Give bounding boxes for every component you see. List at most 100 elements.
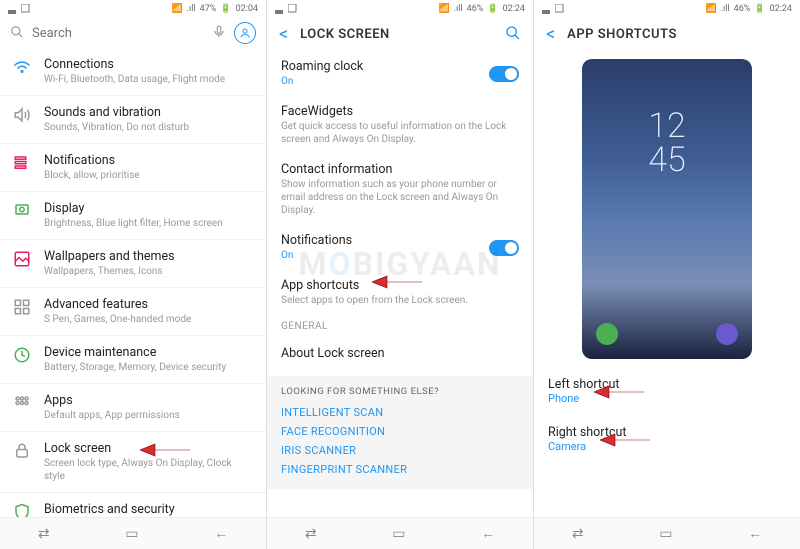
settings-item-connections[interactable]: ConnectionsWi-Fi, Bluetooth, Data usage,… [0,48,266,96]
phone-icon [596,323,618,345]
clock: 02:24 [503,4,525,14]
item-roaming-clock[interactable]: Roaming clock On [267,51,533,96]
nav-bar: ⇄ ▭ ← [0,517,266,549]
item-sub: On [281,75,519,88]
item-sub: Battery, Storage, Memory, Device securit… [44,361,254,374]
section-label: GENERAL [267,315,533,338]
settings-list: ConnectionsWi-Fi, Bluetooth, Data usage,… [0,48,266,517]
item-sub: Wi-Fi, Bluetooth, Data usage, Flight mod… [44,73,254,86]
page-title: LOCK SCREEN [300,27,390,42]
status-bar: 📶.ıll 46% 🔋 02:24 [267,0,533,18]
item-title: Wallpapers and themes [44,249,254,264]
settings-item-sounds[interactable]: Sounds and vibrationSounds, Vibration, D… [0,96,266,144]
notifications-icon [12,153,32,173]
item-sub: Screen lock type, Always On Display, Clo… [44,457,254,483]
item-title: Connections [44,57,254,72]
nav-back[interactable]: ← [748,525,762,542]
nav-back[interactable]: ← [481,525,495,542]
item-about-lockscreen[interactable]: About Lock screen [267,338,533,370]
speaker-icon [12,105,32,125]
item-title: Display [44,201,254,216]
item-sub: S Pen, Games, One-handed mode [44,313,254,326]
lock-time: 12 45 [648,109,685,177]
settings-item-display[interactable]: DisplayBrightness, Blue light filter, Ho… [0,192,266,240]
shortcuts-content: 12 45 Left shortcut Phone Right shortcut… [534,51,800,517]
nav-home[interactable]: ▭ [392,526,405,542]
lockscreen-pane: 📶.ıll 46% 🔋 02:24 < LOCK SCREEN Roaming … [267,0,534,549]
nav-recents[interactable]: ⇄ [38,526,50,542]
wallpaper-icon [12,249,32,269]
settings-item-biometrics[interactable]: Biometrics and securityIntelligent Scan,… [0,493,266,517]
link-iris-scanner[interactable]: IRIS SCANNER [281,441,519,460]
back-button[interactable]: < [546,24,555,45]
header: < LOCK SCREEN [267,18,533,51]
header: < APP SHORTCUTS [534,18,800,51]
mic-icon[interactable] [212,24,226,43]
battery-pct: 46% [734,4,751,14]
toggle-switch[interactable] [489,240,519,256]
status-bar: 📶.ıll 46% 🔋 02:24 [534,0,800,18]
item-sub: Wallpapers, Themes, Icons [44,265,254,278]
shield-icon [12,502,32,517]
settings-item-wallpapers[interactable]: Wallpapers and themesWallpapers, Themes,… [0,240,266,288]
item-title: Notifications [281,233,519,248]
item-notifications[interactable]: Notifications On [267,225,533,270]
signal-icon: .ıll [187,4,196,14]
maintenance-icon [12,345,32,365]
clock: 02:04 [236,4,258,14]
item-sub: Block, allow, prioritise [44,169,254,182]
item-title: App shortcuts [281,278,519,293]
item-sub: Select apps to open from the Lock screen… [281,294,519,307]
toggle-switch[interactable] [489,66,519,82]
item-title: Advanced features [44,297,254,312]
nav-recents[interactable]: ⇄ [305,526,317,542]
item-sub: Default apps, App permissions [44,409,254,422]
settings-item-advanced[interactable]: Advanced featuresS Pen, Games, One-hande… [0,288,266,336]
clock: 02:24 [770,4,792,14]
settings-item-maintenance[interactable]: Device maintenanceBattery, Storage, Memo… [0,336,266,384]
nav-home[interactable]: ▭ [659,526,672,542]
search-icon[interactable] [505,25,521,45]
search-icon [10,24,24,43]
lockscreen-list: Roaming clock On FaceWidgets Get quick a… [267,51,533,517]
shortcut-title: Left shortcut [548,377,786,392]
item-title: Biometrics and security [44,502,254,517]
shortcut-value: Camera [548,440,786,453]
back-button[interactable]: < [279,24,288,45]
page-title: APP SHORTCUTS [567,27,677,42]
item-facewidgets[interactable]: FaceWidgets Get quick access to useful i… [267,96,533,154]
profile-icon[interactable] [234,22,256,44]
item-contact-info[interactable]: Contact information Show information suc… [267,154,533,225]
shortcut-title: Right shortcut [548,425,786,440]
looking-title: LOOKING FOR SOMETHING ELSE? [281,386,519,397]
item-sub: Get quick access to useful information o… [281,120,519,146]
nav-home[interactable]: ▭ [125,526,138,542]
link-intelligent-scan[interactable]: INTELLIGENT SCAN [281,403,519,422]
item-title: About Lock screen [281,346,519,361]
left-shortcut-item[interactable]: Left shortcut Phone [534,367,800,415]
link-fingerprint-scanner[interactable]: FINGERPRINT SCANNER [281,460,519,479]
wifi-icon [12,57,32,77]
apps-icon [12,393,32,413]
right-shortcut-item[interactable]: Right shortcut Camera [534,415,800,463]
item-sub: Sounds, Vibration, Do not disturb [44,121,254,134]
display-icon [12,201,32,221]
item-sub: Brightness, Blue light filter, Home scre… [44,217,254,230]
nav-back[interactable]: ← [214,525,228,542]
nav-recents[interactable]: ⇄ [572,526,584,542]
link-face-recognition[interactable]: FACE RECOGNITION [281,422,519,441]
app-shortcuts-pane: 📶.ıll 46% 🔋 02:24 < APP SHORTCUTS 12 45 … [534,0,800,549]
settings-item-lockscreen[interactable]: Lock screenScreen lock type, Always On D… [0,432,266,493]
nav-bar: ⇄ ▭ ← [267,517,533,549]
search-input[interactable] [32,26,204,41]
settings-item-apps[interactable]: AppsDefault apps, App permissions [0,384,266,432]
battery-pct: 46% [467,4,484,14]
item-app-shortcuts[interactable]: App shortcuts Select apps to open from t… [267,270,533,315]
camera-icon [716,323,738,345]
item-title: Device maintenance [44,345,254,360]
item-sub: Show information such as your phone numb… [281,178,519,217]
item-title: Lock screen [44,441,254,456]
item-title: FaceWidgets [281,104,519,119]
item-sub: On [281,249,519,262]
settings-item-notifications[interactable]: NotificationsBlock, allow, prioritise [0,144,266,192]
